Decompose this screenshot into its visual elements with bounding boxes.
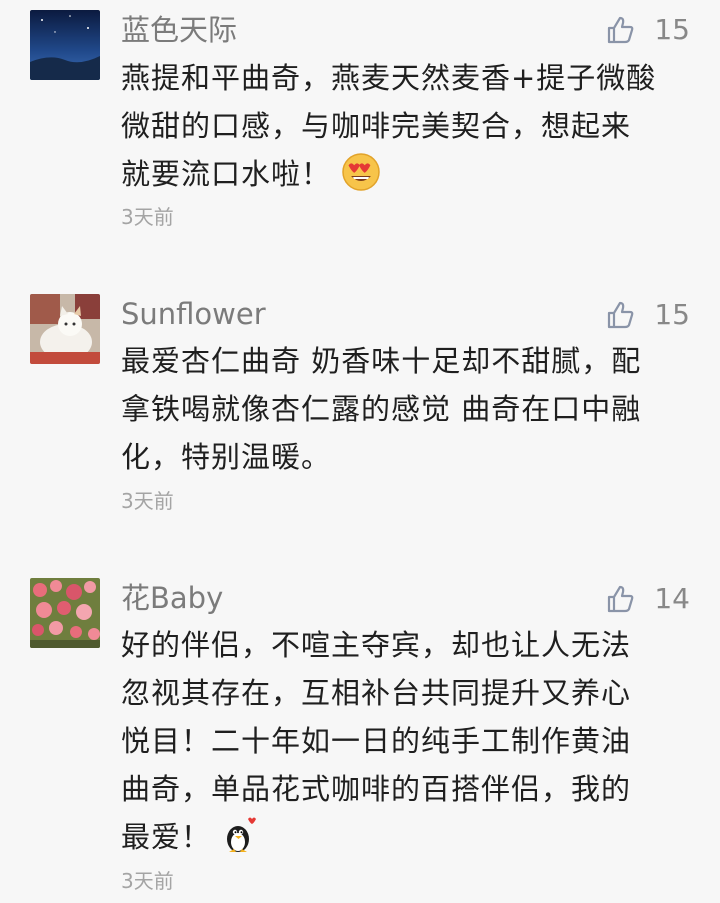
comment-line-text: 就要流口水啦！ xyxy=(121,157,332,191)
comment-line: 就要流口水啦！ xyxy=(121,150,691,206)
thumbs-up-icon xyxy=(608,301,634,329)
comment-text: 好的伴侣，不喧主夺宾，却也让人无法 忽视其存在，互相补台共同提升又养心 悦目！二… xyxy=(121,621,691,869)
comment-line: 化，特别温暖。 xyxy=(121,440,332,474)
like-button[interactable]: 15 xyxy=(606,298,690,332)
comment-time: 3天前 xyxy=(121,205,174,229)
comment-line: 微甜的口感，与咖啡完美契合，想起来 xyxy=(121,109,632,143)
comment-line: 最爱！ xyxy=(121,813,691,869)
comment-line: 燕提和平曲奇，燕麦天然麦香+提子微酸 xyxy=(121,61,657,95)
like-count: 15 xyxy=(654,13,690,46)
commenter-name[interactable]: Sunflower xyxy=(121,296,266,332)
thumbs-up-icon xyxy=(608,585,634,613)
avatar[interactable] xyxy=(30,294,100,364)
comment-line: 好的伴侣，不喧主夺宾，却也让人无法 xyxy=(121,628,632,662)
avatar[interactable] xyxy=(30,578,100,648)
thumbs-up-icon xyxy=(608,16,634,44)
comment-text: 最爱杏仁曲奇 奶香味十足却不甜腻，配 拿铁喝就像杏仁露的感觉 曲奇在口中融 化，… xyxy=(121,337,691,481)
comment-line: 最爱杏仁曲奇 奶香味十足却不甜腻，配 xyxy=(121,344,642,378)
heart-eyes-emoji xyxy=(341,152,381,206)
comment-line: 曲奇，单品花式咖啡的百搭伴侣，我的 xyxy=(121,772,632,806)
comment-line: 悦目！二十年如一日的纯手工制作黄油 xyxy=(121,724,632,758)
comment-time: 3天前 xyxy=(121,489,174,513)
penguin-heart-emoji xyxy=(221,815,259,869)
like-count: 15 xyxy=(654,298,690,331)
avatar[interactable] xyxy=(30,10,100,80)
like-button[interactable]: 15 xyxy=(606,13,690,47)
commenter-name[interactable]: 花Baby xyxy=(121,580,223,616)
like-button[interactable]: 14 xyxy=(606,582,690,616)
comment-line: 忽视其存在，互相补台共同提升又养心 xyxy=(121,676,632,710)
like-count: 14 xyxy=(654,582,690,615)
commenter-name[interactable]: 蓝色天际 xyxy=(121,12,237,48)
comment-text: 燕提和平曲奇，燕麦天然麦香+提子微酸 微甜的口感，与咖啡完美契合，想起来 就要流… xyxy=(121,54,691,206)
comment-line-text: 最爱！ xyxy=(121,820,212,854)
comment-line: 拿铁喝就像杏仁露的感觉 曲奇在口中融 xyxy=(121,392,642,426)
comment-time: 3天前 xyxy=(121,869,174,893)
